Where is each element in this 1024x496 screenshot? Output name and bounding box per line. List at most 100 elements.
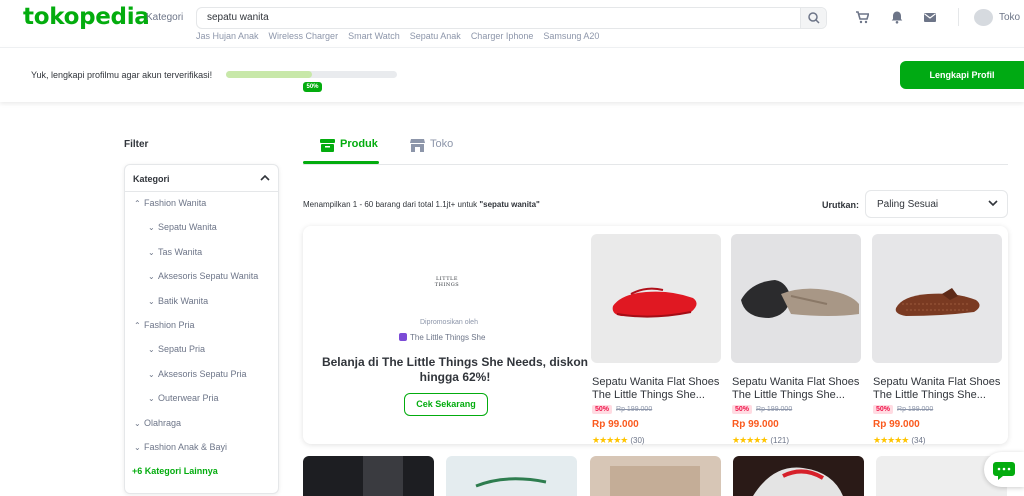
suggestion-link[interactable]: Samsung A20 [543, 31, 599, 41]
chevron-up-icon: ⌃ [134, 321, 141, 330]
product-name[interactable]: Sepatu Wanita Flat Shoes The Little Thin… [732, 376, 860, 402]
category-item[interactable]: ⌄ Sepatu Wanita [148, 222, 217, 232]
product-image[interactable] [590, 456, 721, 496]
beige-product-image [610, 466, 700, 496]
chevron-down-icon: ⌄ [148, 370, 155, 379]
product-image[interactable] [446, 456, 577, 496]
top-navbar: tokopedia Kategori Jas Hujan Anak Wireles… [0, 0, 1024, 47]
category-label: Outerwear Pria [158, 393, 219, 403]
shop-tab-icon [410, 139, 425, 152]
discount-row: 50% Rp 199.000 [873, 405, 933, 414]
filter-title: Filter [124, 139, 149, 150]
shop-avatar[interactable] [974, 9, 993, 26]
shop-link[interactable]: Toko [999, 12, 1020, 23]
product-price: Rp 99.000 [592, 419, 639, 430]
discount-row: 50% Rp 199.000 [592, 405, 652, 414]
category-item[interactable]: ⌄ Aksesoris Sepatu Pria [148, 369, 247, 379]
chevron-down-icon: ⌄ [148, 297, 155, 306]
product-rating: ★★★★★ (121) [732, 435, 789, 446]
official-badge-icon [399, 333, 407, 341]
review-count: (30) [630, 436, 645, 445]
product-price: Rp 99.000 [732, 419, 779, 430]
bell-icon[interactable] [890, 10, 904, 24]
metallic-flat-shoe-image [741, 280, 859, 318]
category-item[interactable]: ⌄ Outerwear Pria [148, 393, 219, 403]
kategori-menu[interactable]: Kategori [146, 12, 183, 23]
chevron-down-icon: ⌄ [148, 223, 155, 232]
original-price: Rp 199.000 [897, 406, 934, 413]
chat-icon [993, 462, 1015, 480]
tab-toko[interactable]: Toko [430, 138, 453, 150]
product-image[interactable] [731, 234, 861, 363]
category-header[interactable]: Kategori [133, 174, 170, 184]
complete-profile-button[interactable]: Lengkapi Profil [900, 61, 1024, 89]
mail-icon[interactable] [923, 10, 937, 24]
promo-card: LITTLE THINGS Dipromosikan oleh The Litt… [303, 226, 1008, 446]
sort-dropdown[interactable]: Paling Sesuai [865, 190, 1008, 218]
product-name[interactable]: Sepatu Wanita Flat Shoes The Little Thin… [873, 376, 1001, 402]
search-input[interactable] [207, 12, 797, 23]
check-now-button[interactable]: Cek Sekarang [404, 393, 488, 416]
category-item[interactable]: ⌄ Fashion Anak & Bayi [134, 442, 227, 452]
light-product-image [475, 477, 547, 488]
category-item[interactable]: ⌃ Fashion Wanita [134, 198, 206, 208]
promoted-by-label: Dipromosikan oleh [420, 319, 478, 326]
star-icon: ★★★★★ [873, 435, 909, 445]
discount-row: 50% Rp 199.000 [732, 405, 792, 414]
result-count-text: Menampilkan 1 - 60 barang dari total 1.1… [303, 200, 480, 209]
more-categories-link[interactable]: +6 Kategori Lainnya [132, 466, 218, 476]
category-item[interactable]: ⌄ Tas Wanita [148, 247, 202, 257]
suggestion-link[interactable]: Jas Hujan Anak [196, 31, 259, 41]
red-product-image [753, 467, 843, 496]
chevron-down-icon: ⌄ [148, 345, 155, 354]
category-item[interactable]: ⌄ Sepatu Pria [148, 344, 205, 354]
chevron-down-icon: ⌄ [148, 394, 155, 403]
category-label: Sepatu Pria [158, 344, 206, 354]
brand-logo[interactable]: LITTLE THINGS [425, 276, 469, 288]
original-price: Rp 199.000 [756, 406, 793, 413]
header-divider [958, 8, 959, 26]
filter-panel: Kategori ⌃ Fashion Wanita ⌄ Sepatu Wanita … [124, 164, 279, 494]
category-item[interactable]: ⌄ Batik Wanita [148, 296, 208, 306]
progress-badge: 50% [303, 82, 322, 92]
tokopedia-logo[interactable]: tokopedia [23, 4, 150, 30]
search-bar[interactable] [196, 7, 827, 29]
promo-headline: Belanja di The Little Things She Needs, … [321, 355, 589, 384]
product-name[interactable]: Sepatu Wanita Flat Shoes The Little Thin… [592, 376, 720, 402]
category-item[interactable]: ⌄ Olahraga [134, 418, 181, 428]
chevron-up-icon: ⌃ [134, 199, 141, 208]
search-icon [808, 12, 820, 24]
suggestion-link[interactable]: Wireless Charger [269, 31, 339, 41]
tab-divider [303, 164, 1008, 165]
cart-icon[interactable] [855, 10, 869, 24]
chevron-down-icon: ⌄ [134, 443, 141, 452]
suggestion-link[interactable]: Smart Watch [348, 31, 400, 41]
chat-button[interactable] [984, 452, 1024, 487]
search-suggestions: Jas Hujan Anak Wireless Charger Smart Watc… [196, 31, 609, 41]
product-tab-icon [320, 139, 335, 152]
product-image[interactable] [591, 234, 721, 363]
product-image[interactable] [872, 234, 1002, 363]
category-label: Aksesoris Sepatu Pria [158, 369, 247, 379]
brown-flat-shoe-image [895, 288, 980, 316]
chevron-down-icon: ⌄ [148, 248, 155, 257]
original-price: Rp 199.000 [616, 406, 653, 413]
discount-badge: 50% [592, 405, 613, 414]
category-item[interactable]: ⌃ Fashion Pria [134, 320, 195, 330]
category-label: Fashion Pria [144, 320, 195, 330]
category-item[interactable]: ⌄ Aksesoris Sepatu Wanita [148, 271, 258, 281]
chevron-down-icon: ⌄ [148, 272, 155, 281]
dark-product-image [363, 456, 403, 496]
review-count: (34) [911, 436, 926, 445]
product-image[interactable] [733, 456, 864, 496]
result-query: "sepatu wanita" [479, 200, 540, 209]
promo-shop-name[interactable]: The Little Things She [399, 333, 485, 342]
discount-badge: 50% [873, 405, 894, 414]
suggestion-link[interactable]: Charger Iphone [471, 31, 534, 41]
chevron-up-icon[interactable] [260, 174, 270, 182]
suggestion-link[interactable]: Sepatu Anak [410, 31, 461, 41]
search-button[interactable] [800, 8, 826, 28]
product-image[interactable] [303, 456, 434, 496]
tab-produk[interactable]: Produk [340, 138, 378, 150]
result-summary: Menampilkan 1 - 60 barang dari total 1.1… [303, 200, 540, 209]
